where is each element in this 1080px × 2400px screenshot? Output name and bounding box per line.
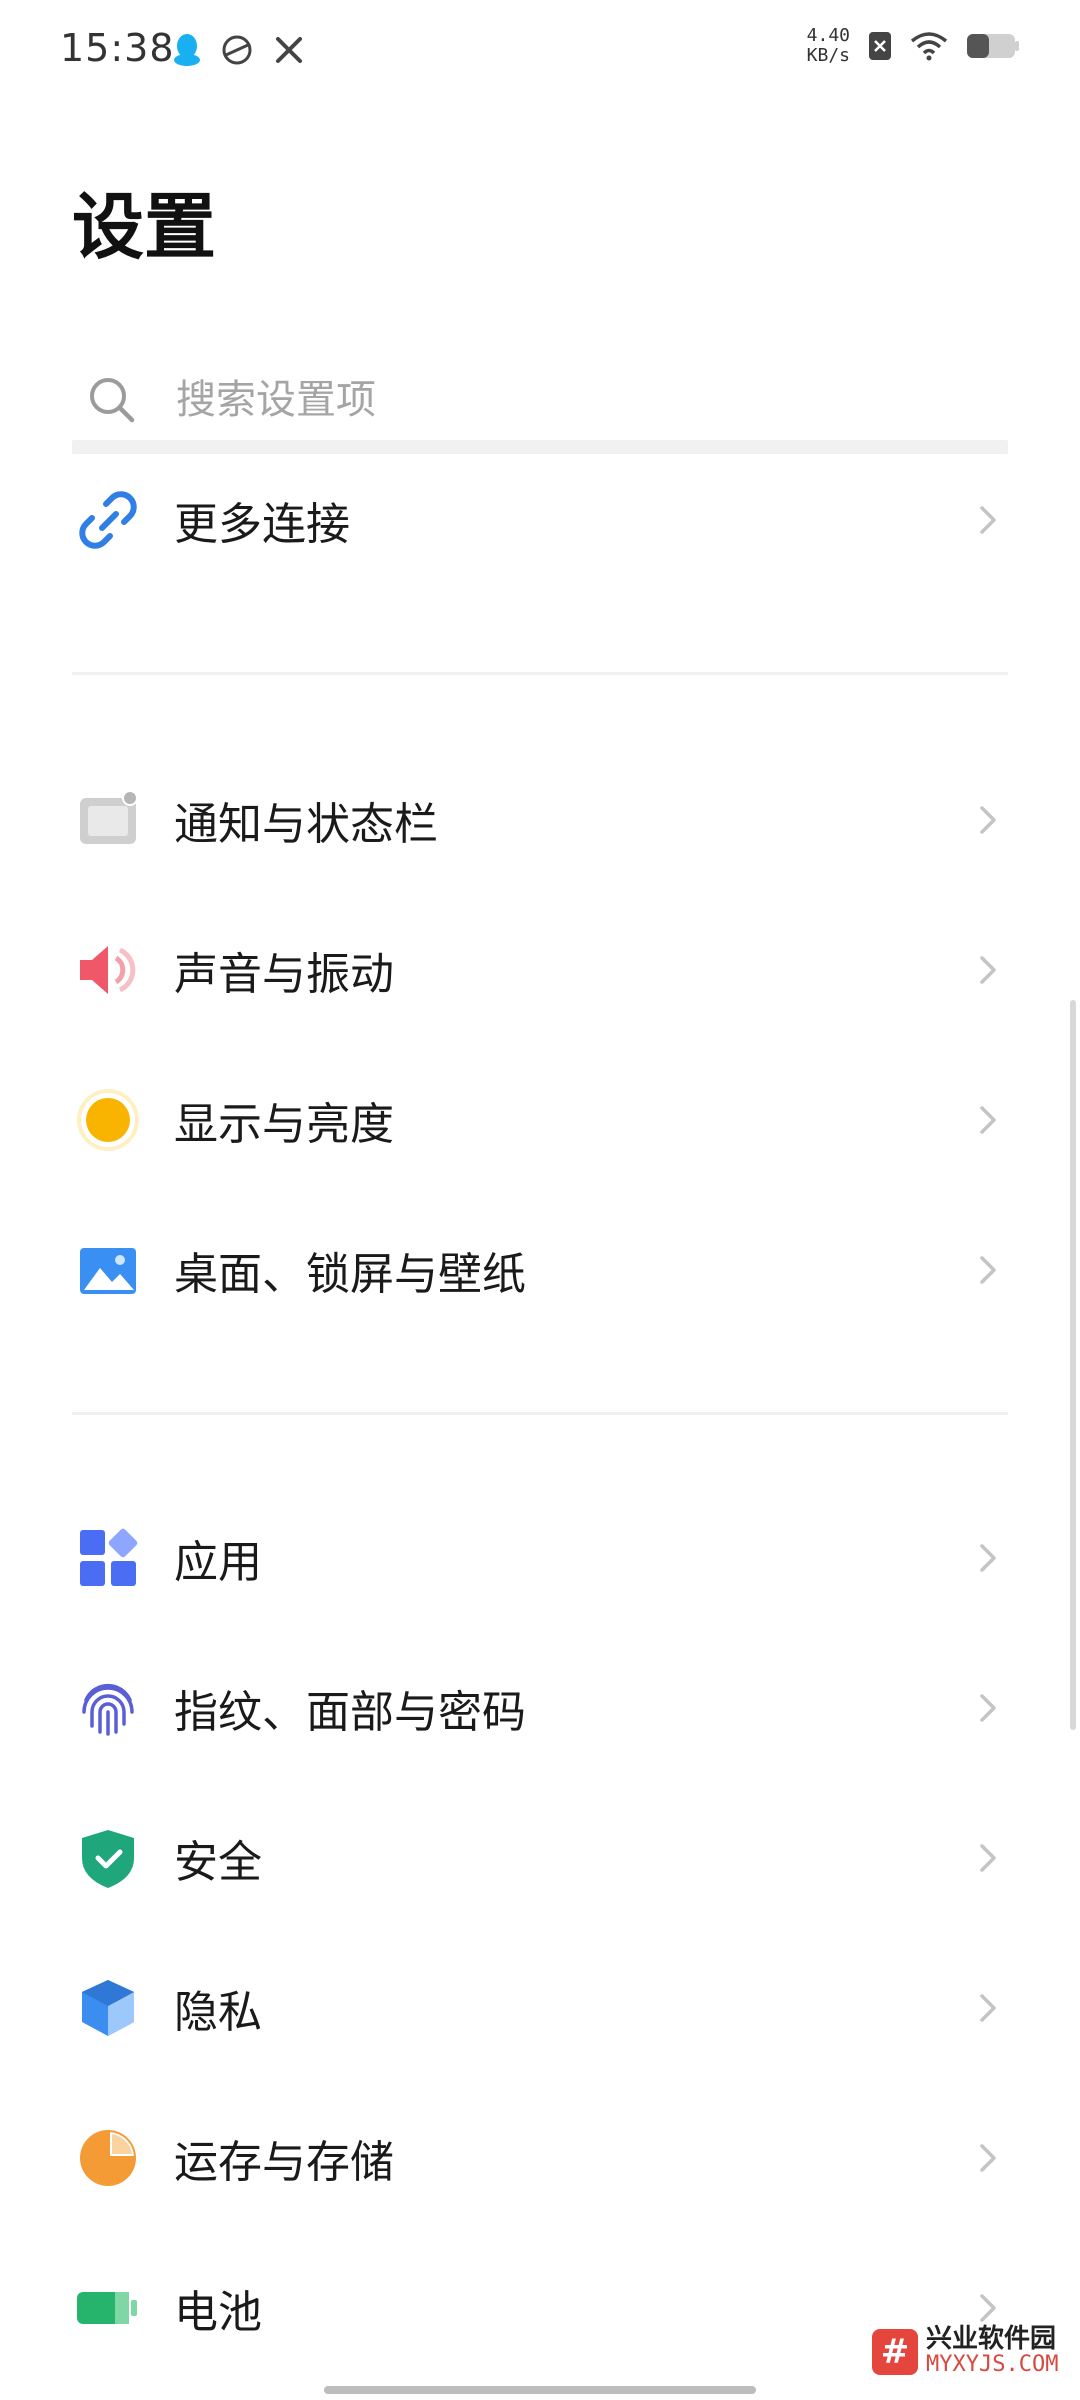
chevron-right-icon xyxy=(980,1994,996,2022)
notification-icon xyxy=(80,790,138,844)
settings-item-label: 应用 xyxy=(174,1537,262,1588)
group-divider xyxy=(72,1412,1008,1415)
fingerprint-icon xyxy=(82,1683,134,1736)
watermark: # 兴业软件园 MYXYJS.COM xyxy=(872,2326,1058,2378)
net-speed: 4.40 KB/s xyxy=(807,26,850,66)
status-right-icons: 4.40 KB/s xyxy=(807,26,1020,66)
settings-item-display[interactable]: 显示与亮度 xyxy=(72,1060,1008,1180)
settings-item-label: 电池 xyxy=(174,2287,262,2338)
settings-item-label: 更多连接 xyxy=(174,499,350,550)
net-speed-value: 4.40 xyxy=(806,25,850,46)
storage-pie-icon xyxy=(80,2130,136,2186)
home-indicator[interactable] xyxy=(324,2386,756,2394)
sim-blocked-icon xyxy=(869,32,891,60)
chevron-right-icon xyxy=(980,2294,996,2322)
search-bar[interactable] xyxy=(72,350,1008,450)
settings-item-battery[interactable]: 电池 xyxy=(72,2248,1008,2368)
page-title: 设置 xyxy=(72,185,217,269)
settings-item-label: 安全 xyxy=(174,1837,262,1888)
tools-icon xyxy=(276,37,302,63)
settings-item-security[interactable]: 安全 xyxy=(72,1798,1008,1918)
settings-item-label: 声音与振动 xyxy=(174,949,394,1000)
settings-item-label: 显示与亮度 xyxy=(174,1099,394,1150)
settings-item-wallpaper[interactable]: 桌面、锁屏与壁纸 xyxy=(72,1210,1008,1330)
scrollbar[interactable] xyxy=(1070,1000,1076,1730)
search-icon xyxy=(90,378,135,423)
net-speed-unit: KB/s xyxy=(806,45,850,66)
settings-item-label: 通知与状态栏 xyxy=(174,799,438,850)
chevron-right-icon xyxy=(980,806,996,834)
chevron-right-icon xyxy=(980,2144,996,2172)
chevron-right-icon xyxy=(980,1106,996,1134)
settings-item-apps[interactable]: 应用 xyxy=(72,1498,1008,1618)
link-icon xyxy=(79,491,137,549)
battery-status-icon xyxy=(967,34,1019,58)
settings-item-fingerprint[interactable]: 指纹、面部与密码 xyxy=(72,1648,1008,1768)
search-input[interactable] xyxy=(176,377,876,423)
status-time: 15:38 xyxy=(60,26,175,70)
chevron-right-icon xyxy=(980,1544,996,1572)
settings-item-label: 隐私 xyxy=(174,1987,262,2038)
settings-item-label: 桌面、锁屏与壁纸 xyxy=(174,1249,526,1300)
shield-icon xyxy=(82,1830,134,1888)
chevron-right-icon xyxy=(980,1694,996,1722)
apps-icon xyxy=(80,1528,138,1586)
wallpaper-icon xyxy=(80,1248,136,1294)
privacy-cube-icon xyxy=(82,1980,134,2036)
search-underline xyxy=(72,440,1008,454)
chevron-right-icon xyxy=(980,1256,996,1284)
settings-item-privacy[interactable]: 隐私 xyxy=(72,1948,1008,2068)
chevron-right-icon xyxy=(980,956,996,984)
watermark-url: MYXYJS.COM xyxy=(926,2352,1059,2377)
battery-icon xyxy=(77,2292,137,2324)
brightness-icon xyxy=(77,1089,139,1151)
group-divider xyxy=(72,672,1008,675)
settings-item-more-connections[interactable]: 更多连接 xyxy=(72,460,1008,580)
watermark-title: 兴业软件园 xyxy=(926,2324,1057,2354)
chevron-right-icon xyxy=(980,1844,996,1872)
settings-item-storage[interactable]: 运存与存储 xyxy=(72,2098,1008,2218)
speaker-icon xyxy=(80,946,136,994)
watermark-badge: # xyxy=(872,2329,918,2375)
settings-item-sound[interactable]: 声音与振动 xyxy=(72,910,1008,1030)
settings-item-label: 指纹、面部与密码 xyxy=(174,1687,526,1738)
settings-item-label: 运存与存储 xyxy=(174,2137,394,2188)
chevron-right-icon xyxy=(980,506,996,534)
status-bar: 15:38 4.40 KB/s xyxy=(0,0,1080,110)
wifi-icon xyxy=(910,32,948,61)
settings-item-notifications[interactable]: 通知与状态栏 xyxy=(72,760,1008,880)
status-left-icons xyxy=(172,32,306,68)
bowl-icon xyxy=(222,35,252,65)
qq-icon xyxy=(174,34,200,66)
